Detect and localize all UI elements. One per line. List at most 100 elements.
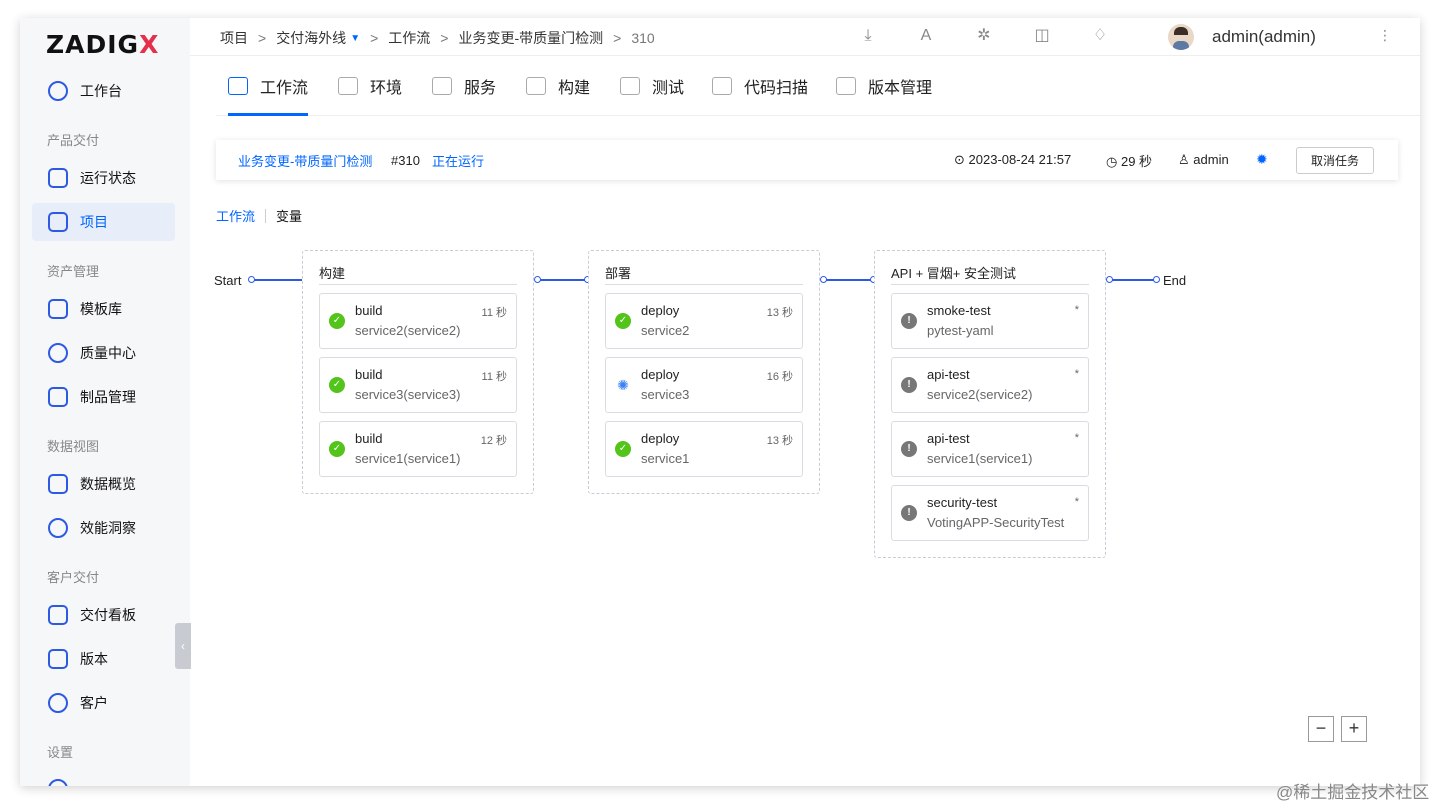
job-time: * [1074, 432, 1079, 444]
breadcrumb-separator: > [370, 30, 379, 46]
breadcrumb-separator: > [258, 30, 267, 46]
avatar[interactable] [1168, 24, 1194, 50]
bell-icon[interactable]: ♢ [1090, 26, 1110, 46]
scan-icon [712, 77, 732, 95]
job-card[interactable]: ! api-test service2(service2) * [891, 357, 1089, 413]
job-card[interactable]: ! security-test VotingAPP-SecurityTest * [891, 485, 1089, 541]
job-name: api-test [927, 367, 970, 382]
sidebar-item-version[interactable]: 版本 [32, 640, 175, 678]
section-data: 数据视图 [47, 439, 100, 454]
subtab-workflow[interactable]: 工作流 [216, 206, 255, 225]
section-settings: 设置 [47, 745, 74, 760]
job-time: 11 秒 [481, 371, 507, 383]
sidebar-item-dashboard[interactable]: 工作台 [32, 72, 175, 110]
translate-icon[interactable]: A [916, 26, 936, 46]
job-service: VotingAPP-SecurityTest [927, 515, 1065, 530]
task-name[interactable]: 业务变更-带质量门检测 [238, 151, 372, 170]
tab-label: 环境 [370, 80, 403, 97]
sidebar-item-system-settings[interactable] [32, 770, 175, 786]
task-start-time: ⊙ 2023-08-24 21:57 [954, 152, 1071, 168]
sidebar-item-board[interactable]: 交付看板 [32, 596, 175, 634]
username[interactable]: admin(admin) [1212, 27, 1316, 47]
subtab-variables[interactable]: 变量 [276, 206, 302, 225]
job-card[interactable]: ✓ build service1(service1) 12 秒 [319, 421, 517, 477]
debug-icon[interactable]: ✹ [1256, 152, 1270, 166]
connector-line [252, 279, 302, 281]
job-name: security-test [927, 495, 998, 510]
job-time: 12 秒 [480, 435, 507, 447]
top-icons: ⤓ A ✲ ◫ ♢ [858, 26, 1148, 46]
users-icon [48, 693, 68, 713]
tag-icon [836, 77, 856, 95]
success-icon: ✓ [329, 441, 345, 457]
sidebar-item-label: 交付看板 [80, 607, 136, 623]
cancel-task-button[interactable]: 取消任务 [1296, 147, 1374, 174]
job-time: 11 秒 [481, 307, 507, 319]
job-service: service3(service3) [355, 387, 461, 402]
job-card[interactable]: ! api-test service1(service1) * [891, 421, 1089, 477]
zoom-out-button[interactable]: − [1308, 716, 1334, 742]
tab-workflow[interactable]: 工作流 [228, 56, 309, 116]
zoom-in-button[interactable]: + [1341, 716, 1367, 742]
service-icon [432, 77, 452, 95]
workflow-icon [228, 77, 248, 95]
breadcrumb-item[interactable]: 业务变更-带质量门检测 [458, 28, 603, 48]
tab-service[interactable]: 服务 [432, 56, 496, 116]
job-time: * [1074, 496, 1079, 508]
job-name: deploy [641, 367, 680, 382]
job-card[interactable]: ✓ build service3(service3) 11 秒 [319, 357, 517, 413]
task-duration-text: 29 秒 [1120, 153, 1153, 169]
sidebar-item-projects[interactable]: 项目 [32, 203, 175, 241]
more-icon[interactable]: ⋮ [1378, 27, 1392, 44]
breadcrumb-item[interactable]: 工作流 [388, 28, 430, 48]
connector-dot [1106, 276, 1113, 283]
gear-icon [48, 779, 68, 786]
tab-environment[interactable]: 环境 [338, 56, 402, 116]
job-card[interactable]: ✓ deploy service2 13 秒 [605, 293, 803, 349]
job-name: build [355, 431, 383, 446]
job-name: smoke-test [927, 303, 991, 318]
breadcrumb-item[interactable]: 交付海外线 [276, 28, 346, 48]
sidebar-item-status[interactable]: 运行状态 [32, 159, 175, 197]
task-creator-text: admin [1193, 152, 1229, 167]
job-card[interactable]: ✓ build service2(service2) 11 秒 [319, 293, 517, 349]
tab-version-management[interactable]: 版本管理 [836, 56, 932, 116]
pipeline-start-label: Start [214, 273, 242, 288]
sidebar-item-label: 效能洞察 [80, 520, 136, 536]
sidebar-item-templates[interactable]: 模板库 [32, 290, 175, 328]
job-card[interactable]: ✓ deploy service1 13 秒 [605, 421, 803, 477]
job-service: service1 [641, 451, 690, 466]
task-header: 业务变更-带质量门检测 #310 正在运行 ⊙ 2023-08-24 21:57… [216, 140, 1398, 180]
task-creator: ♙ admin [1178, 152, 1229, 168]
breadcrumb-separator: > [440, 30, 449, 46]
job-card[interactable]: ! smoke-test pytest-yaml * [891, 293, 1089, 349]
section-product: 产品交付 [47, 133, 100, 148]
project-tabs: 工作流 环境 服务 构建 测试 代码扫描 版本管理 [216, 56, 1420, 116]
sidebar-item-customers[interactable]: 客户 [32, 684, 175, 722]
sidebar-item-insight[interactable]: 效能洞察 [32, 509, 175, 547]
tab-test[interactable]: 测试 [620, 56, 684, 116]
tab-build[interactable]: 构建 [526, 56, 590, 116]
download-icon[interactable]: ⤓ [858, 26, 878, 46]
sidebar-item-overview[interactable]: 数据概览 [32, 465, 175, 503]
tab-code-scan[interactable]: 代码扫描 [712, 56, 808, 116]
docs-icon[interactable]: ◫ [1032, 26, 1052, 46]
sidebar-collapse-button[interactable]: ‹ [175, 623, 191, 669]
watermark: @稀土掘金技术社区 [1276, 783, 1430, 802]
sidebar-item-artifacts[interactable]: 制品管理 [32, 378, 175, 416]
monitor-icon [48, 474, 68, 494]
pie-chart-icon [48, 518, 68, 538]
logo: ZADIGX [46, 30, 160, 59]
pending-icon: ! [901, 441, 917, 457]
tab-label: 版本管理 [868, 80, 933, 97]
plugins-icon[interactable]: ✲ [974, 26, 994, 46]
sidebar-item-label: 模板库 [80, 301, 122, 317]
sidebar-item-quality[interactable]: 质量中心 [32, 334, 175, 372]
job-card[interactable]: ✺ deploy service3 16 秒 [605, 357, 803, 413]
sidebar-item-label: 运行状态 [80, 170, 136, 186]
connector-dot [248, 276, 255, 283]
tab-label: 测试 [652, 80, 685, 97]
stage-deploy: 部署 ✓ deploy service2 13 秒 ✺ deploy servi… [588, 250, 820, 494]
caret-down-icon[interactable]: ▼ [350, 33, 360, 44]
breadcrumb-item[interactable]: 项目 [220, 28, 248, 48]
